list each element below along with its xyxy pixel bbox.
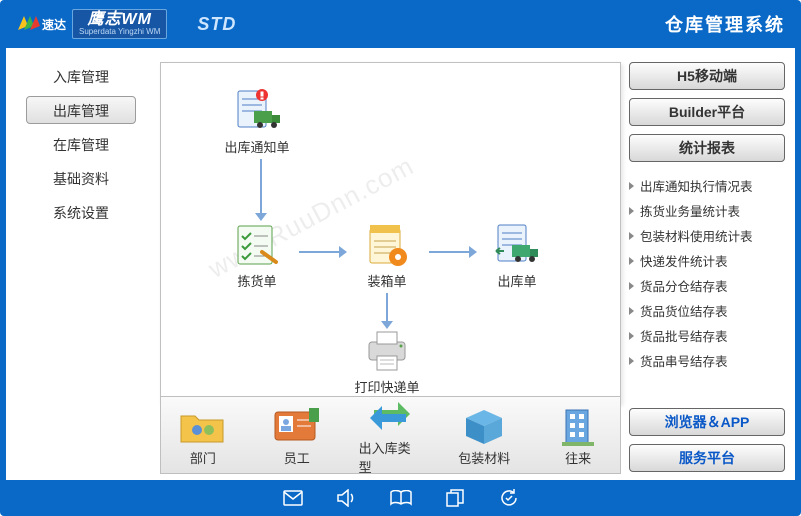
bb-label: 包装材料 (458, 448, 510, 467)
box-icon (460, 404, 508, 448)
brand-wm-sub: Superdata Yingzhi WM (79, 28, 160, 36)
report-item[interactable]: 快递发件统计表 (629, 251, 785, 270)
report-item[interactable]: 货品货位结存表 (629, 301, 785, 320)
report-item[interactable]: 货品分仓结存表 (629, 276, 785, 295)
header: 速达 鹰志WM Superdata Yingzhi WM STD 仓库管理系统 (0, 0, 801, 48)
printer-icon (362, 329, 412, 375)
node-print[interactable]: 打印快递单 (347, 329, 427, 396)
footer (0, 480, 801, 516)
nav-item-inbound[interactable]: 入库管理 (26, 62, 136, 90)
nav-item-outbound[interactable]: 出库管理 (26, 96, 136, 124)
bb-department[interactable]: 部门 (171, 404, 235, 467)
refresh-check-icon[interactable] (498, 487, 520, 509)
arrow-down-icon (255, 159, 267, 226)
arrow-right-icon (299, 245, 347, 263)
document-truck-icon (232, 89, 282, 135)
node-pack[interactable]: 装箱单 (347, 223, 427, 290)
btn-browser-app[interactable]: 浏览器＆APP (629, 408, 785, 436)
logo-icon (16, 14, 40, 34)
document-truck-out-icon (492, 223, 542, 269)
report-item[interactable]: 出库通知执行情况表 (629, 176, 785, 195)
flow-canvas: www.RuuDnn.com 出库通知单 (160, 62, 621, 404)
building-icon (554, 404, 602, 448)
btn-h5[interactable]: H5移动端 (629, 62, 785, 90)
bb-label: 部门 (190, 448, 216, 467)
swap-icon (366, 394, 414, 438)
report-item[interactable]: 拣货业务量统计表 (629, 201, 785, 220)
brand-block: 速达 鹰志WM Superdata Yingzhi WM (16, 9, 167, 39)
bb-io-type[interactable]: 出入库类型 (359, 394, 423, 476)
btn-service-platform[interactable]: 服务平台 (629, 444, 785, 472)
node-label: 装箱单 (367, 271, 406, 290)
node-outbound-notice[interactable]: 出库通知单 (217, 89, 297, 156)
bottom-toolbar: 部门 员工 出入库类型 (160, 396, 621, 474)
id-card-icon (273, 404, 321, 448)
volume-icon[interactable] (336, 487, 358, 509)
notepad-gear-icon (362, 223, 412, 269)
sidebar: 入库管理 出库管理 在库管理 基础资料 系统设置 (6, 48, 156, 480)
copy-icon[interactable] (444, 487, 466, 509)
nav-item-basicdata[interactable]: 基础资料 (26, 164, 136, 192)
node-label: 出库单 (497, 271, 536, 290)
report-item[interactable]: 货品串号结存表 (629, 351, 785, 370)
bb-label: 员工 (284, 448, 310, 467)
report-item[interactable]: 包装材料使用统计表 (629, 226, 785, 245)
right-panel: H5移动端 Builder平台 统计报表 出库通知执行情况表 拣货业务量统计表 … (625, 48, 795, 480)
checklist-icon (232, 223, 282, 269)
brand-wm-text: 鹰志WM (87, 12, 151, 28)
node-out[interactable]: 出库单 (477, 223, 557, 290)
brand-suda: 速达 (42, 16, 66, 33)
report-list: 出库通知执行情况表 拣货业务量统计表 包装材料使用统计表 快递发件统计表 货品分… (629, 176, 785, 370)
book-icon[interactable] (390, 487, 412, 509)
nav-item-instock[interactable]: 在库管理 (26, 130, 136, 158)
edition-label: STD (197, 14, 236, 35)
arrow-down-icon (381, 293, 393, 334)
folder-people-icon (179, 404, 227, 448)
bb-employee[interactable]: 员工 (265, 404, 329, 467)
node-label: 出库通知单 (224, 137, 289, 156)
bb-contacts[interactable]: 往来 (546, 404, 610, 467)
brand-wm: 鹰志WM Superdata Yingzhi WM (72, 9, 167, 39)
node-pick[interactable]: 拣货单 (217, 223, 297, 290)
report-item[interactable]: 货品批号结存表 (629, 326, 785, 345)
bb-label: 出入库类型 (359, 438, 423, 476)
bb-packaging[interactable]: 包装材料 (452, 404, 516, 467)
canvas-area: www.RuuDnn.com 出库通知单 (156, 48, 625, 480)
btn-reports[interactable]: 统计报表 (629, 134, 785, 162)
btn-builder[interactable]: Builder平台 (629, 98, 785, 126)
arrow-right-icon (429, 245, 477, 263)
node-label: 拣货单 (237, 271, 276, 290)
nav-item-settings[interactable]: 系统设置 (26, 198, 136, 226)
bb-label: 往来 (565, 448, 591, 467)
mail-icon[interactable] (282, 487, 304, 509)
app-title: 仓库管理系统 (665, 11, 785, 37)
